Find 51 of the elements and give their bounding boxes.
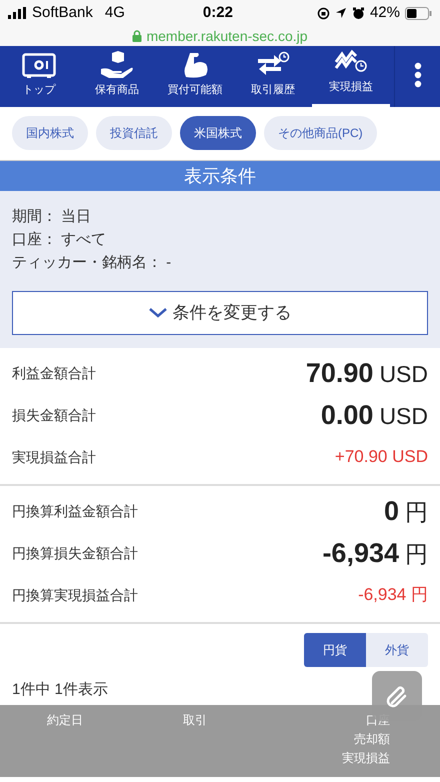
total-label: 損失金額合計 <box>12 406 96 424</box>
currency-toggle[interactable]: 外貨 <box>366 633 428 667</box>
column-header: 実現損益 <box>342 750 390 767</box>
column-header: 売却額 <box>354 731 390 748</box>
total-label: 円換算実現損益合計 <box>12 586 138 604</box>
condition-text: ティッカー・銘柄名： - <box>12 253 172 273</box>
unit-text: 円 <box>405 498 428 527</box>
rotation-lock-icon <box>316 6 330 20</box>
nav-tab[interactable]: 買付可能額 <box>156 46 234 107</box>
change-conditions-button[interactable]: 条件を変更する <box>12 291 428 335</box>
nav-tab[interactable]: 取引履歴 <box>234 46 312 107</box>
total-label: 円換算損失金額合計 <box>12 544 138 562</box>
clock: 0:22 <box>202 2 233 23</box>
total-label: 実現損益合計 <box>12 448 96 466</box>
network-type: 4G <box>104 2 125 23</box>
column-header: 約定日 <box>47 712 83 729</box>
carrier: SoftBank <box>32 2 93 23</box>
currency-toggle[interactable]: 円貨 <box>304 633 366 667</box>
nav-tab[interactable]: トップ <box>0 46 78 107</box>
total-value: 0.00 <box>320 398 374 432</box>
safe-icon <box>22 52 56 78</box>
unit-text: USD <box>379 402 428 431</box>
column-header: 口座 <box>366 712 390 729</box>
category-tab[interactable]: 投資信託 <box>96 116 172 150</box>
more-menu-icon[interactable] <box>414 62 422 88</box>
total-value: -6,934 円 <box>358 584 428 606</box>
location-icon <box>334 7 347 19</box>
nav-tab[interactable]: 保有商品 <box>78 46 156 107</box>
total-value: +70.90 USD <box>334 446 428 468</box>
lock-icon <box>132 30 142 42</box>
category-tab[interactable]: 国内株式 <box>12 116 88 150</box>
result-count: 1件中 1件表示 <box>12 680 108 700</box>
total-value: -6,934 <box>322 536 399 570</box>
category-tab[interactable]: その他商品(PC) <box>264 116 377 150</box>
total-value: 70.90 <box>306 356 374 390</box>
column-header: 取引 <box>183 712 207 729</box>
unit-text: USD <box>379 360 428 389</box>
condition-text: 期間： 当日 <box>12 207 92 227</box>
total-label: 円換算利益金額合計 <box>12 502 138 520</box>
battery-percent: 42% <box>370 2 400 23</box>
signal-icon <box>8 7 28 19</box>
condition-text: 口座： すべて <box>12 230 108 250</box>
battery-icon <box>405 6 432 20</box>
chevron-down-icon <box>148 308 166 318</box>
alarm-icon <box>352 6 365 20</box>
hand-box-icon <box>99 50 135 78</box>
section-title: 表示条件 <box>184 164 256 188</box>
total-value: 0 <box>384 494 399 528</box>
category-tab[interactable]: 米国株式 <box>180 116 256 150</box>
total-label: 利益金額合計 <box>12 364 96 382</box>
unit-text: 円 <box>405 540 428 569</box>
